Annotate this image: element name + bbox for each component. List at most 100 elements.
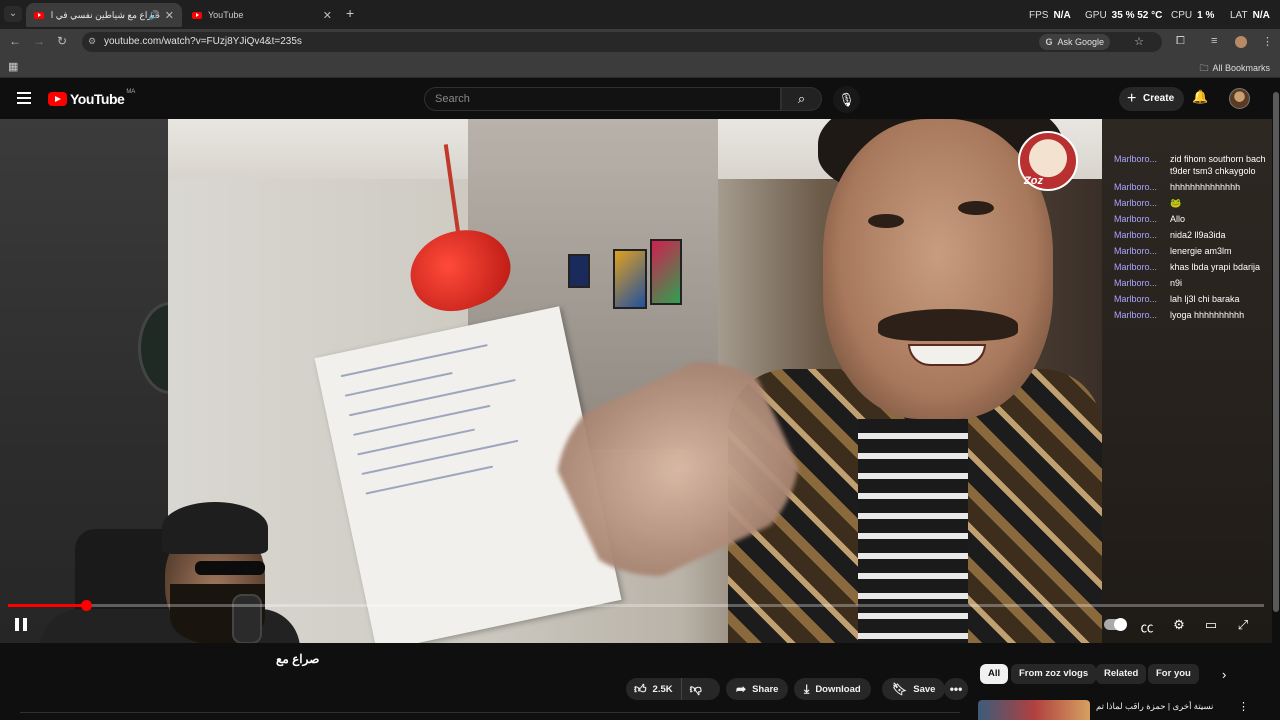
chat-text: hhhhhhhhhhhhhh bbox=[1170, 182, 1241, 192]
apps-grid-icon[interactable]: ▦ bbox=[8, 60, 18, 73]
paper-line bbox=[340, 344, 488, 378]
search-button[interactable]: ⌕ bbox=[781, 87, 822, 111]
like-count: 2.5K bbox=[652, 683, 673, 695]
profile-avatar[interactable] bbox=[1235, 36, 1247, 48]
back-arrow-icon[interactable]: ← bbox=[9, 34, 21, 48]
download-label: Download bbox=[815, 683, 861, 695]
theater-mode-icon[interactable]: ▭ bbox=[1201, 617, 1221, 633]
close-tab-icon[interactable]: ✕ bbox=[165, 9, 174, 22]
chat-text: nida2 ll9a3ida bbox=[1170, 230, 1226, 240]
chip-related[interactable]: Related bbox=[1096, 664, 1147, 684]
chat-message: Marlboro... zid fihom southorn bach bbox=[1114, 153, 1272, 165]
download-button[interactable]: ⤓ Download bbox=[794, 678, 871, 700]
country-code: MA bbox=[126, 89, 136, 95]
bookmark-icon: 🔖︎ bbox=[892, 682, 908, 696]
video-player[interactable]: Zoz Marlboro... zid fihom southorn bach t9… bbox=[0, 119, 1272, 643]
chrome-menu-icon[interactable]: ⋮ bbox=[1262, 35, 1273, 48]
chat-message: Marlboro... lenergie am3lm bbox=[1114, 245, 1272, 257]
paper-line bbox=[357, 428, 476, 456]
like-dislike-group: 👍︎ 2.5K 👎︎ bbox=[626, 678, 720, 700]
subtitles-icon[interactable]: ㏄ bbox=[1137, 617, 1157, 636]
settings-gear-icon[interactable]: ⚙ bbox=[1169, 617, 1189, 633]
recommendation-thumbnail[interactable] bbox=[978, 700, 1090, 720]
progress-bar[interactable] bbox=[8, 600, 1264, 611]
chat-text: khas lbda yrapi bdarija bbox=[1170, 262, 1261, 272]
chat-text: t9der tsm3 chkaygolo bbox=[1170, 166, 1256, 176]
thumbs-up-icon: 👍︎ bbox=[634, 681, 647, 696]
wall-poster bbox=[568, 254, 590, 288]
chevron-right-icon[interactable]: › bbox=[1222, 667, 1226, 682]
chip-for-you[interactable]: For you bbox=[1148, 664, 1199, 684]
recommendation-title[interactable]: نسيتة أخرى | حمزة راقب لماذا تم bbox=[1096, 701, 1236, 711]
chat-text: 🐸 bbox=[1170, 198, 1182, 208]
sunglasses bbox=[195, 561, 265, 575]
chat-message: Marlboro... lah lj3l chi baraka bbox=[1114, 293, 1272, 305]
gpu-readout: GPU 35 % 52 °C bbox=[1085, 10, 1163, 21]
progress-played bbox=[8, 604, 86, 607]
share-icon: ➦ bbox=[736, 682, 747, 696]
microphone bbox=[232, 594, 262, 643]
reload-icon[interactable]: ↻ bbox=[57, 34, 67, 48]
voice-search-button[interactable]: 🎙 bbox=[833, 86, 860, 113]
chat-author: Marlboro... bbox=[1114, 214, 1158, 224]
dislike-button[interactable]: 👎︎ bbox=[682, 682, 710, 697]
stream-chat-overlay: Marlboro... zid fihom southorn bach t9der … bbox=[1102, 119, 1272, 643]
new-tab-button[interactable]: + bbox=[346, 5, 354, 21]
speaker-icon[interactable]: 🔊 bbox=[149, 10, 160, 21]
address-bar-row: ← → ↻ ⚙ youtube.com/watch?v=FUzj8YJiQv4&… bbox=[0, 29, 1280, 55]
watermark-text: Zoz bbox=[1024, 175, 1043, 187]
site-settings-icon[interactable]: ⚙ bbox=[88, 36, 96, 47]
fps-readout: FPS N/A bbox=[1029, 10, 1071, 21]
extensions-icon[interactable]: ⧠ bbox=[1176, 35, 1185, 48]
bookmarks-bar: ▦ All Bookmarks bbox=[0, 55, 1280, 78]
chat-author: Marlboro... bbox=[1114, 294, 1158, 304]
account-avatar[interactable] bbox=[1229, 88, 1250, 109]
chip-from-channel[interactable]: From zoz vlogs bbox=[1011, 664, 1097, 684]
progress-scrubber[interactable] bbox=[80, 600, 92, 611]
chat-text: zid fihom southorn bach bbox=[1170, 154, 1266, 164]
tab-video[interactable]: صراع مع شياطين نفسي في ال 🔊 ✕ bbox=[26, 3, 182, 27]
recommendation-menu-icon[interactable]: ⋮ bbox=[1238, 700, 1249, 713]
all-bookmarks-button[interactable]: All Bookmarks bbox=[1199, 61, 1270, 77]
create-button[interactable]: Create bbox=[1119, 87, 1185, 111]
more-actions-button[interactable]: ••• bbox=[944, 678, 968, 700]
chat-message: Marlboro... lyoga hhhhhhhhhh bbox=[1114, 309, 1272, 321]
page-scrollbar-thumb[interactable] bbox=[1273, 92, 1279, 612]
video-presenter bbox=[728, 119, 1102, 643]
fullscreen-icon[interactable]: ⤢ bbox=[1233, 617, 1253, 633]
url-field[interactable]: ⚙ youtube.com/watch?v=FUzj8YJiQv4&t=235s… bbox=[82, 32, 1162, 52]
chat-message: Marlboro... n9i bbox=[1114, 277, 1272, 289]
logo-text: YouTube bbox=[70, 91, 125, 107]
tab-youtube[interactable]: YouTube ✕ bbox=[184, 3, 340, 27]
youtube-logo[interactable]: YouTube MA bbox=[48, 89, 136, 107]
chat-message: Marlboro... nida2 ll9a3ida bbox=[1114, 229, 1272, 241]
wall-poster bbox=[613, 249, 647, 309]
bookmark-star-icon[interactable]: ☆ bbox=[1134, 35, 1144, 48]
lat-readout: LAT N/A bbox=[1230, 10, 1270, 21]
share-button[interactable]: ➦ Share bbox=[726, 678, 789, 700]
eye bbox=[868, 214, 904, 228]
close-tab-icon[interactable]: ✕ bbox=[323, 9, 332, 22]
chat-author: Marlboro... bbox=[1114, 198, 1158, 208]
search-input[interactable]: Search bbox=[424, 87, 781, 111]
chat-author: Marlboro... bbox=[1114, 182, 1158, 192]
pause-button[interactable] bbox=[15, 618, 27, 631]
chat-text: lyoga hhhhhhhhhh bbox=[1170, 310, 1245, 320]
media-controls-icon[interactable]: ≡ bbox=[1211, 35, 1217, 47]
save-button[interactable]: 🔖︎ Save bbox=[882, 678, 946, 700]
notifications-bell-icon[interactable]: 🔔 bbox=[1192, 89, 1208, 105]
chat-author: Marlboro... bbox=[1114, 278, 1158, 288]
chat-author bbox=[1114, 165, 1170, 177]
menu-icon[interactable] bbox=[17, 92, 31, 104]
forward-arrow-icon[interactable]: → bbox=[33, 34, 45, 48]
microphone-icon: 🎙 bbox=[838, 92, 855, 107]
download-icon: ⤓ bbox=[804, 681, 810, 696]
eye bbox=[958, 201, 994, 215]
like-button[interactable]: 👍︎ 2.5K bbox=[626, 678, 682, 700]
chat-message: Marlboro... hhhhhhhhhhhhhh bbox=[1114, 181, 1272, 193]
tab-search-button[interactable]: ⌄ bbox=[4, 6, 22, 22]
autoplay-toggle[interactable] bbox=[1104, 618, 1127, 631]
ask-google-button[interactable]: Ask Google bbox=[1039, 34, 1110, 50]
chat-author: Marlboro... bbox=[1114, 262, 1158, 272]
chip-all[interactable]: All bbox=[980, 664, 1009, 684]
